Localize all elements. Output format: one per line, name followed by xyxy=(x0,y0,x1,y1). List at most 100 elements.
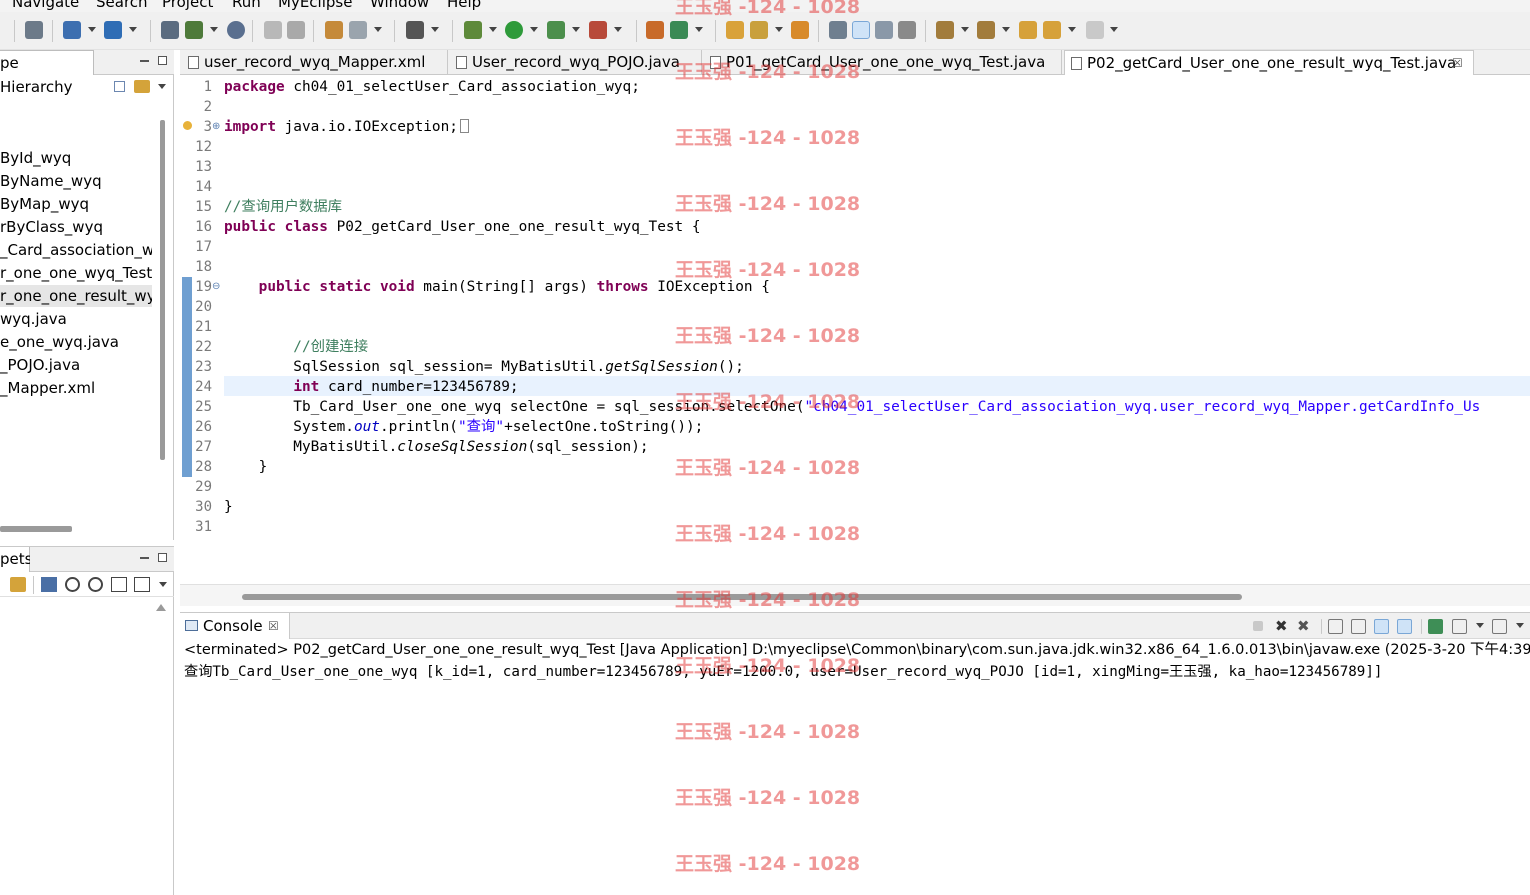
back-arrow-icon[interactable] xyxy=(1043,21,1061,39)
menu-project[interactable]: Project xyxy=(162,0,213,11)
menu-window[interactable]: Window xyxy=(370,0,429,11)
coverage-icon[interactable] xyxy=(547,21,565,39)
link-icon[interactable] xyxy=(10,577,26,592)
scroll-up-icon[interactable] xyxy=(156,604,166,611)
link-editor-icon[interactable] xyxy=(134,80,150,93)
zoom-fit-icon[interactable] xyxy=(41,577,57,592)
display-console-icon[interactable] xyxy=(1452,619,1467,634)
folded-imports-icon[interactable] xyxy=(459,119,469,133)
console-tab[interactable]: Console ☒ xyxy=(180,613,290,639)
scroll-lock-icon[interactable] xyxy=(1351,619,1366,634)
forward-arrow-icon[interactable] xyxy=(1086,21,1104,39)
chevron-down-icon[interactable] xyxy=(210,27,218,32)
horizontal-scrollbar[interactable] xyxy=(242,594,1242,600)
code-line[interactable]: public class P02_getCard_User_one_one_re… xyxy=(224,217,701,237)
code-comment[interactable]: //查询用户数据库 xyxy=(224,197,342,217)
code-line-current[interactable]: int card_number=123456789; xyxy=(224,377,518,397)
tab-user-record-mapper-xml[interactable]: user_record_wyq_Mapper.xml xyxy=(182,50,448,75)
vertical-scrollbar[interactable] xyxy=(160,120,165,460)
minimize-icon[interactable] xyxy=(140,557,149,559)
edit-icon[interactable] xyxy=(325,21,343,39)
previous-annotation-icon[interactable] xyxy=(977,21,995,39)
menu-navigate[interactable]: Navigate xyxy=(12,0,79,11)
tree-item[interactable]: _Card_association_wy xyxy=(0,239,152,261)
tree-item[interactable]: ById_wyq xyxy=(0,147,152,169)
tree-item[interactable]: _POJO.java xyxy=(0,354,152,376)
chevron-down-icon[interactable] xyxy=(1476,623,1484,628)
tree-item[interactable]: r_one_one_wyq_Test. xyxy=(0,262,152,284)
search-icon[interactable] xyxy=(104,21,122,39)
chevron-down-icon[interactable] xyxy=(489,27,497,32)
camera-icon[interactable] xyxy=(406,21,424,39)
view-menu-icon[interactable] xyxy=(158,84,166,89)
show-whitespace-icon[interactable] xyxy=(898,21,916,39)
maximize-icon[interactable] xyxy=(158,553,167,562)
type-hierarchy-tab[interactable]: pe Hierarchy xyxy=(0,50,94,96)
tab-p02-test-java[interactable]: P02_getCard_User_one_one_result_wyq_Test… xyxy=(1064,50,1474,75)
chevron-down-icon[interactable] xyxy=(1002,27,1010,32)
open-task-icon[interactable] xyxy=(791,21,809,39)
show-on-stdout-icon[interactable] xyxy=(1374,619,1389,634)
minimize-icon[interactable] xyxy=(140,60,149,62)
open-folder-icon[interactable] xyxy=(726,21,744,39)
tree-item[interactable]: _Mapper.xml xyxy=(0,377,152,399)
block-selection-icon[interactable] xyxy=(875,21,893,39)
tab-p01-test-java[interactable]: P01_getCard_User_one_one_wyq_Test.java xyxy=(704,50,1062,75)
chevron-down-icon[interactable] xyxy=(1110,27,1118,32)
chevron-down-icon[interactable] xyxy=(88,27,96,32)
menu-myeclipse[interactable]: MyEclipse xyxy=(278,0,352,11)
code-line[interactable]: package ch04_01_selectUser_Card_associat… xyxy=(224,77,640,97)
chevron-down-icon[interactable] xyxy=(614,27,622,32)
horizontal-scrollbar[interactable] xyxy=(0,526,72,532)
code-line[interactable]: } xyxy=(224,497,233,517)
zoom-out-icon[interactable] xyxy=(65,577,80,592)
print-icon[interactable] xyxy=(25,21,43,39)
chevron-down-icon[interactable] xyxy=(374,27,382,32)
code-line[interactable]: SqlSession sql_session= MyBatisUtil.getS… xyxy=(224,357,744,377)
code-comment[interactable]: //创建连接 xyxy=(224,337,368,357)
show-on-stderr-icon[interactable] xyxy=(1397,619,1412,634)
tree-item[interactable]: wyq.java xyxy=(0,308,152,330)
new-class-icon[interactable] xyxy=(670,21,688,39)
new-java-project-icon[interactable] xyxy=(646,21,664,39)
chevron-down-icon[interactable] xyxy=(431,27,439,32)
fit-window-icon[interactable] xyxy=(134,577,150,592)
remove-all-launches-icon[interactable]: ✖ xyxy=(1297,619,1312,634)
zoom-in-icon[interactable] xyxy=(88,577,103,592)
code-line[interactable]: } xyxy=(224,457,268,477)
open-resource-icon[interactable] xyxy=(287,21,305,39)
external-tools-icon[interactable] xyxy=(589,21,607,39)
chevron-down-icon[interactable] xyxy=(961,27,969,32)
fold-collapse-icon[interactable]: ⊖ xyxy=(212,281,220,292)
terminate-icon[interactable] xyxy=(1253,621,1263,631)
pencil-icon[interactable] xyxy=(750,21,768,39)
fold-expand-icon[interactable]: ⊕ xyxy=(212,121,220,132)
pin-console-icon[interactable] xyxy=(1428,619,1443,634)
globe-icon[interactable] xyxy=(227,21,245,39)
tree-item[interactable]: ByMap_wyq xyxy=(0,193,152,215)
open-console-icon[interactable] xyxy=(1492,619,1507,634)
debug-icon[interactable] xyxy=(464,21,482,39)
server-icon[interactable] xyxy=(185,21,203,39)
tab-user-record-pojo-java[interactable]: User_record_wyq_POJO.java xyxy=(450,50,702,75)
menu-search[interactable]: Search xyxy=(96,0,148,11)
code-line[interactable]: public static void main(String[] args) t… xyxy=(224,277,770,297)
chevron-down-icon[interactable] xyxy=(695,27,703,32)
chevron-down-icon[interactable] xyxy=(1516,623,1524,628)
last-edit-location-icon[interactable] xyxy=(1019,21,1037,39)
toggle-mark-occurrences-icon[interactable] xyxy=(829,21,847,39)
chevron-down-icon[interactable] xyxy=(129,27,137,32)
tree-item-selected[interactable]: r_one_one_result_wyq xyxy=(0,285,152,307)
view-menu-icon[interactable] xyxy=(159,582,167,587)
menu-run[interactable]: Run xyxy=(232,0,261,11)
remove-launch-icon[interactable]: ✖ xyxy=(1275,619,1290,634)
code-line[interactable]: System.out.println("查询"+selectOne.toStri… xyxy=(224,417,703,437)
deploy-icon[interactable] xyxy=(161,21,179,39)
debug-config-icon[interactable] xyxy=(349,21,367,39)
code-line[interactable]: Tb_Card_User_one_one_wyq selectOne = sql… xyxy=(224,397,1480,417)
code-line[interactable]: MyBatisUtil.closeSqlSession(sql_session)… xyxy=(224,437,648,457)
chevron-down-icon[interactable] xyxy=(572,27,580,32)
warning-icon[interactable] xyxy=(183,121,192,130)
chevron-down-icon[interactable] xyxy=(775,27,783,32)
zoom-100-icon[interactable] xyxy=(111,577,127,592)
